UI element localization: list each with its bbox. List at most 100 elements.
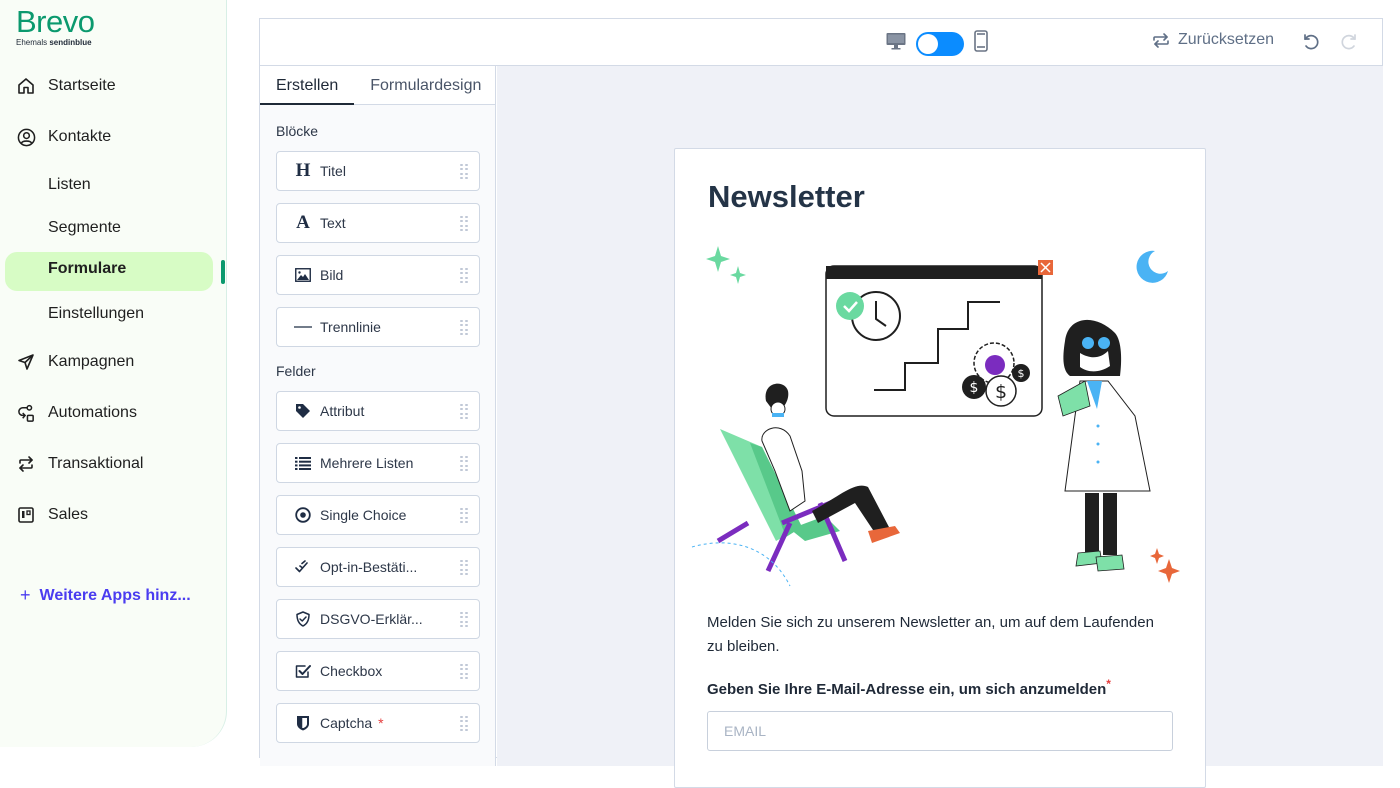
sidebar-subitem-formulare-label: Formulare: [48, 260, 127, 277]
reset-button[interactable]: Zurücksetzen: [1152, 31, 1274, 49]
sidebar-subitem-segmente[interactable]: Segmente: [48, 216, 121, 240]
plus-icon: +: [20, 585, 31, 605]
shield-icon: [293, 715, 313, 731]
form-preview: Newsletter $ $ $ Melden Sie sich zu unse…: [674, 148, 1206, 788]
field-single-choice[interactable]: Single Choice: [276, 495, 480, 535]
device-toggle: [886, 30, 988, 57]
tab-erstellen[interactable]: Erstellen: [260, 66, 355, 105]
block-bild[interactable]: Bild: [276, 255, 480, 295]
sidebar-subitem-einstellungen[interactable]: Einstellungen: [48, 302, 144, 326]
checkbox-icon: [293, 664, 313, 679]
field-label: Single Choice: [320, 507, 407, 523]
redo-icon[interactable]: [1340, 31, 1360, 56]
drag-handle[interactable]: [460, 560, 468, 575]
desktop-icon[interactable]: [886, 32, 906, 55]
field-label: Opt-in-Bestäti...: [320, 559, 418, 575]
drag-handle[interactable]: [460, 268, 468, 283]
add-apps-link[interactable]: + Weitere Apps hinz...: [20, 585, 191, 606]
text-icon: A: [296, 212, 310, 233]
heading-icon: H: [295, 160, 311, 181]
drag-handle[interactable]: [460, 664, 468, 679]
image-icon: [293, 268, 313, 282]
sparkle-icon: [730, 266, 746, 284]
sidebar-item-transaktional[interactable]: Transaktional: [16, 452, 143, 476]
list-icon: [293, 456, 313, 470]
reset-label: Zurücksetzen: [1178, 31, 1275, 48]
tab-formulardesign[interactable]: Formulardesign: [354, 66, 497, 104]
drag-handle[interactable]: [460, 216, 468, 231]
panel-tabs: Erstellen Formulardesign: [260, 66, 495, 105]
drag-handle[interactable]: [460, 456, 468, 471]
form-canvas: Newsletter $ $ $ Melden Sie sich zu unse…: [497, 66, 1383, 788]
double-check-icon: [293, 560, 313, 574]
logo-wordmark: Brevo: [16, 4, 95, 39]
drag-handle[interactable]: [460, 404, 468, 419]
view-mode-toggle[interactable]: [916, 31, 964, 56]
shield-check-icon: [293, 611, 313, 627]
field-label: Attribut: [320, 403, 365, 419]
toggle-knob: [918, 33, 938, 54]
kanban-icon: [16, 505, 36, 525]
active-indicator: [221, 260, 225, 284]
divider-icon: [293, 325, 313, 329]
sidebar-item-label: Kontakte: [48, 128, 112, 145]
drag-handle[interactable]: [460, 508, 468, 523]
field-label: Checkbox: [320, 663, 383, 679]
block-trennlinie[interactable]: Trennlinie: [276, 307, 480, 347]
sidebar-subitem-listen[interactable]: Listen: [48, 173, 91, 197]
form-title[interactable]: Newsletter: [708, 179, 865, 215]
drag-handle[interactable]: [460, 164, 468, 179]
email-label-text: Geben Sie Ihre E-Mail-Adresse ein, um si…: [707, 681, 1107, 698]
fields-heading: Felder: [276, 363, 316, 379]
field-attribut[interactable]: Attribut: [276, 391, 480, 431]
email-input[interactable]: [707, 711, 1173, 751]
drag-handle[interactable]: [460, 716, 468, 731]
field-checkbox[interactable]: Checkbox: [276, 651, 480, 691]
block-titel[interactable]: H Titel: [276, 151, 480, 191]
sidebar-item-label: Automations: [48, 404, 137, 421]
field-label: DSGVO-Erklär...: [320, 611, 423, 627]
sidebar-item-kampagnen[interactable]: Kampagnen: [16, 350, 134, 374]
logo-tagline: Ehemals sendinblue: [16, 38, 94, 47]
tag-icon: [293, 403, 313, 419]
sparkle-icon: [1158, 559, 1180, 583]
required-mark: *: [1106, 677, 1111, 691]
block-label: Trennlinie: [320, 319, 381, 335]
sidebar: Brevo Ehemals sendinblue Startseite Kont…: [0, 0, 227, 747]
field-label: Captcha: [320, 715, 373, 731]
drag-handle[interactable]: [460, 612, 468, 627]
field-mehrere-listen[interactable]: Mehrere Listen: [276, 443, 480, 483]
blocks-heading: Blöcke: [276, 123, 319, 139]
brevo-logo[interactable]: Brevo Ehemals sendinblue: [16, 4, 95, 48]
field-opt-in[interactable]: Opt-in-Bestäti...: [276, 547, 480, 587]
svg-text:$: $: [970, 380, 979, 396]
undo-icon[interactable]: [1300, 31, 1320, 56]
svg-text:$: $: [995, 381, 1007, 403]
user-circle-icon: [16, 127, 36, 147]
field-dsgvo[interactable]: DSGVO-Erklär...: [276, 599, 480, 639]
svg-text:$: $: [1018, 367, 1025, 380]
drag-handle[interactable]: [460, 320, 468, 335]
field-captcha[interactable]: Captcha *: [276, 703, 480, 743]
sidebar-item-label: Transaktional: [48, 455, 144, 472]
add-apps-label: Weitere Apps hinz...: [39, 586, 191, 604]
form-description[interactable]: Melden Sie sich zu unserem Newsletter an…: [707, 611, 1167, 659]
form-editor: Zurücksetzen Erstellen Formulardesign Bl…: [259, 18, 1383, 788]
required-mark: *: [378, 715, 384, 731]
block-label: Text: [320, 215, 346, 231]
sidebar-item-automations[interactable]: Automations: [16, 401, 137, 425]
sidebar-item-label: Startseite: [48, 77, 116, 94]
home-icon: [16, 76, 36, 96]
mobile-icon[interactable]: [974, 30, 988, 57]
email-field-label: Geben Sie Ihre E-Mail-Adresse ein, um si…: [707, 677, 1111, 698]
sidebar-item-kontakte[interactable]: Kontakte: [16, 125, 111, 149]
radio-icon: [293, 507, 313, 523]
newsletter-illustration[interactable]: $ $ $: [690, 241, 1190, 591]
moon-icon: [1136, 250, 1168, 283]
sidebar-item-sales[interactable]: Sales: [16, 503, 88, 527]
sidebar-item-startseite[interactable]: Startseite: [16, 74, 116, 98]
builder-panel: Erstellen Formulardesign Blöcke H Titel …: [260, 66, 496, 766]
block-label: Bild: [320, 267, 344, 283]
block-text[interactable]: A Text: [276, 203, 480, 243]
send-icon: [16, 352, 36, 372]
